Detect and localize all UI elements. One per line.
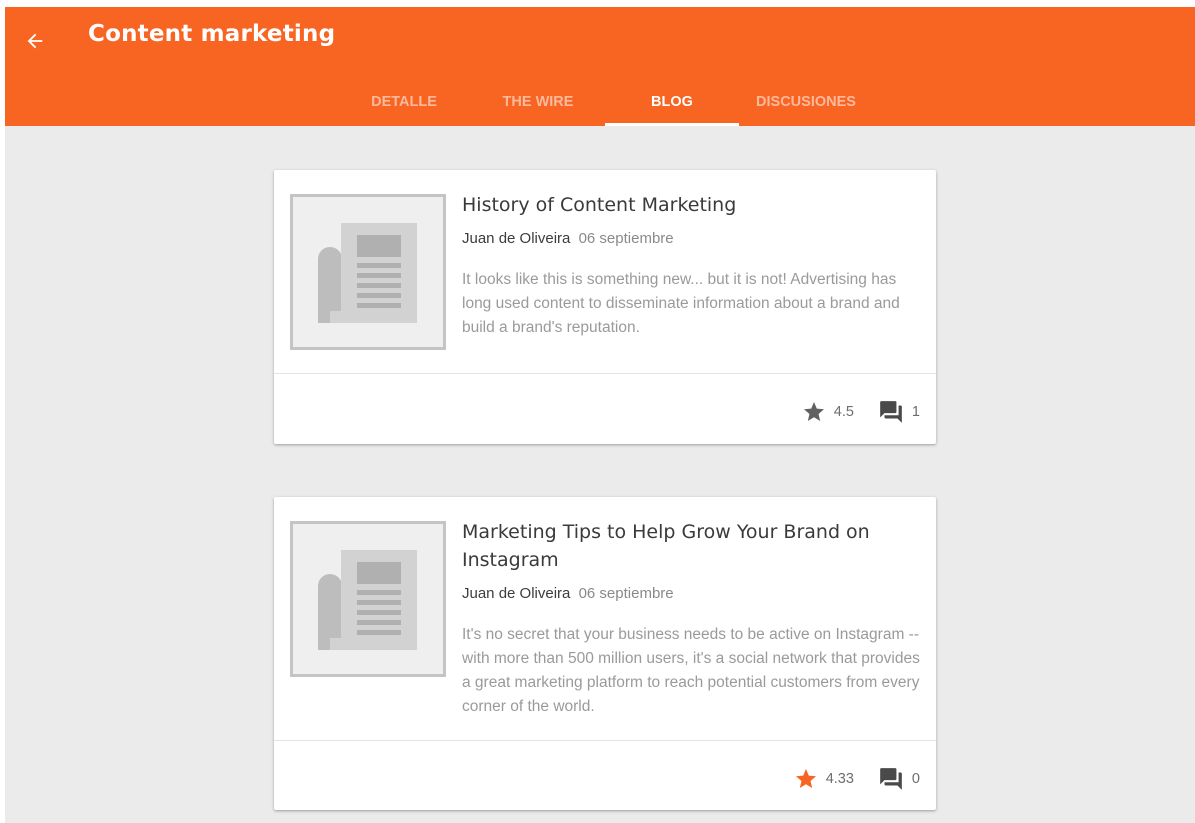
- arrow-left-icon: [27, 33, 43, 49]
- app-bar: Content marketing DETALLE THE WIRE BLOG …: [5, 7, 1195, 126]
- post-author[interactable]: Juan de Oliveira: [462, 230, 570, 247]
- post-title[interactable]: History of Content Marketing: [462, 191, 902, 219]
- tab-discusiones[interactable]: DISCUSIONES: [741, 77, 871, 126]
- post-title[interactable]: Marketing Tips to Help Grow Your Brand o…: [462, 518, 902, 574]
- app-frame: Content marketing DETALLE THE WIRE BLOG …: [5, 7, 1195, 823]
- post-date: 06 septiembre: [578, 585, 674, 602]
- tab-bar: DETALLE THE WIRE BLOG DISCUSIONES: [5, 77, 1195, 126]
- back-button[interactable]: [19, 25, 51, 57]
- post-author[interactable]: Juan de Oliveira: [462, 585, 570, 602]
- tab-the-wire[interactable]: THE WIRE: [483, 77, 593, 126]
- post-meta: Juan de Oliveira 06 septiembre: [462, 229, 674, 249]
- card-divider: [274, 740, 936, 741]
- blog-post-card[interactable]: History of Content Marketing Juan de Oli…: [274, 170, 936, 444]
- comments-count: 1: [911, 404, 920, 420]
- post-stats: 4.33 0: [794, 767, 920, 791]
- newspaper-icon: [318, 223, 417, 323]
- comment-icon: [880, 768, 902, 790]
- comments-button[interactable]: 0: [878, 766, 920, 792]
- comments-button[interactable]: 1: [878, 399, 920, 425]
- rating-value: 4.5: [833, 404, 854, 420]
- star-icon: [795, 769, 816, 788]
- card-divider: [274, 373, 936, 374]
- rating-value: 4.33: [825, 771, 854, 787]
- newspaper-icon: [318, 550, 417, 650]
- rating-button[interactable]: 4.33: [794, 767, 854, 791]
- post-thumbnail: [290, 194, 446, 350]
- comments-count: 0: [911, 771, 920, 787]
- post-date: 06 septiembre: [578, 230, 674, 247]
- post-stats: 4.5 1: [802, 400, 920, 424]
- star-icon: [803, 402, 824, 421]
- page-title: Content marketing: [88, 21, 336, 47]
- post-excerpt: It looks like this is something new... b…: [462, 271, 900, 336]
- comment-icon: [880, 401, 902, 423]
- tab-blog[interactable]: BLOG: [605, 77, 739, 126]
- rating-button[interactable]: 4.5: [802, 400, 854, 424]
- post-meta: Juan de Oliveira 06 septiembre: [462, 584, 674, 604]
- post-thumbnail: [290, 521, 446, 677]
- tab-detalle[interactable]: DETALLE: [354, 77, 454, 126]
- post-excerpt: It's no secret that your business needs …: [462, 626, 920, 715]
- blog-post-card[interactable]: Marketing Tips to Help Grow Your Brand o…: [274, 497, 936, 810]
